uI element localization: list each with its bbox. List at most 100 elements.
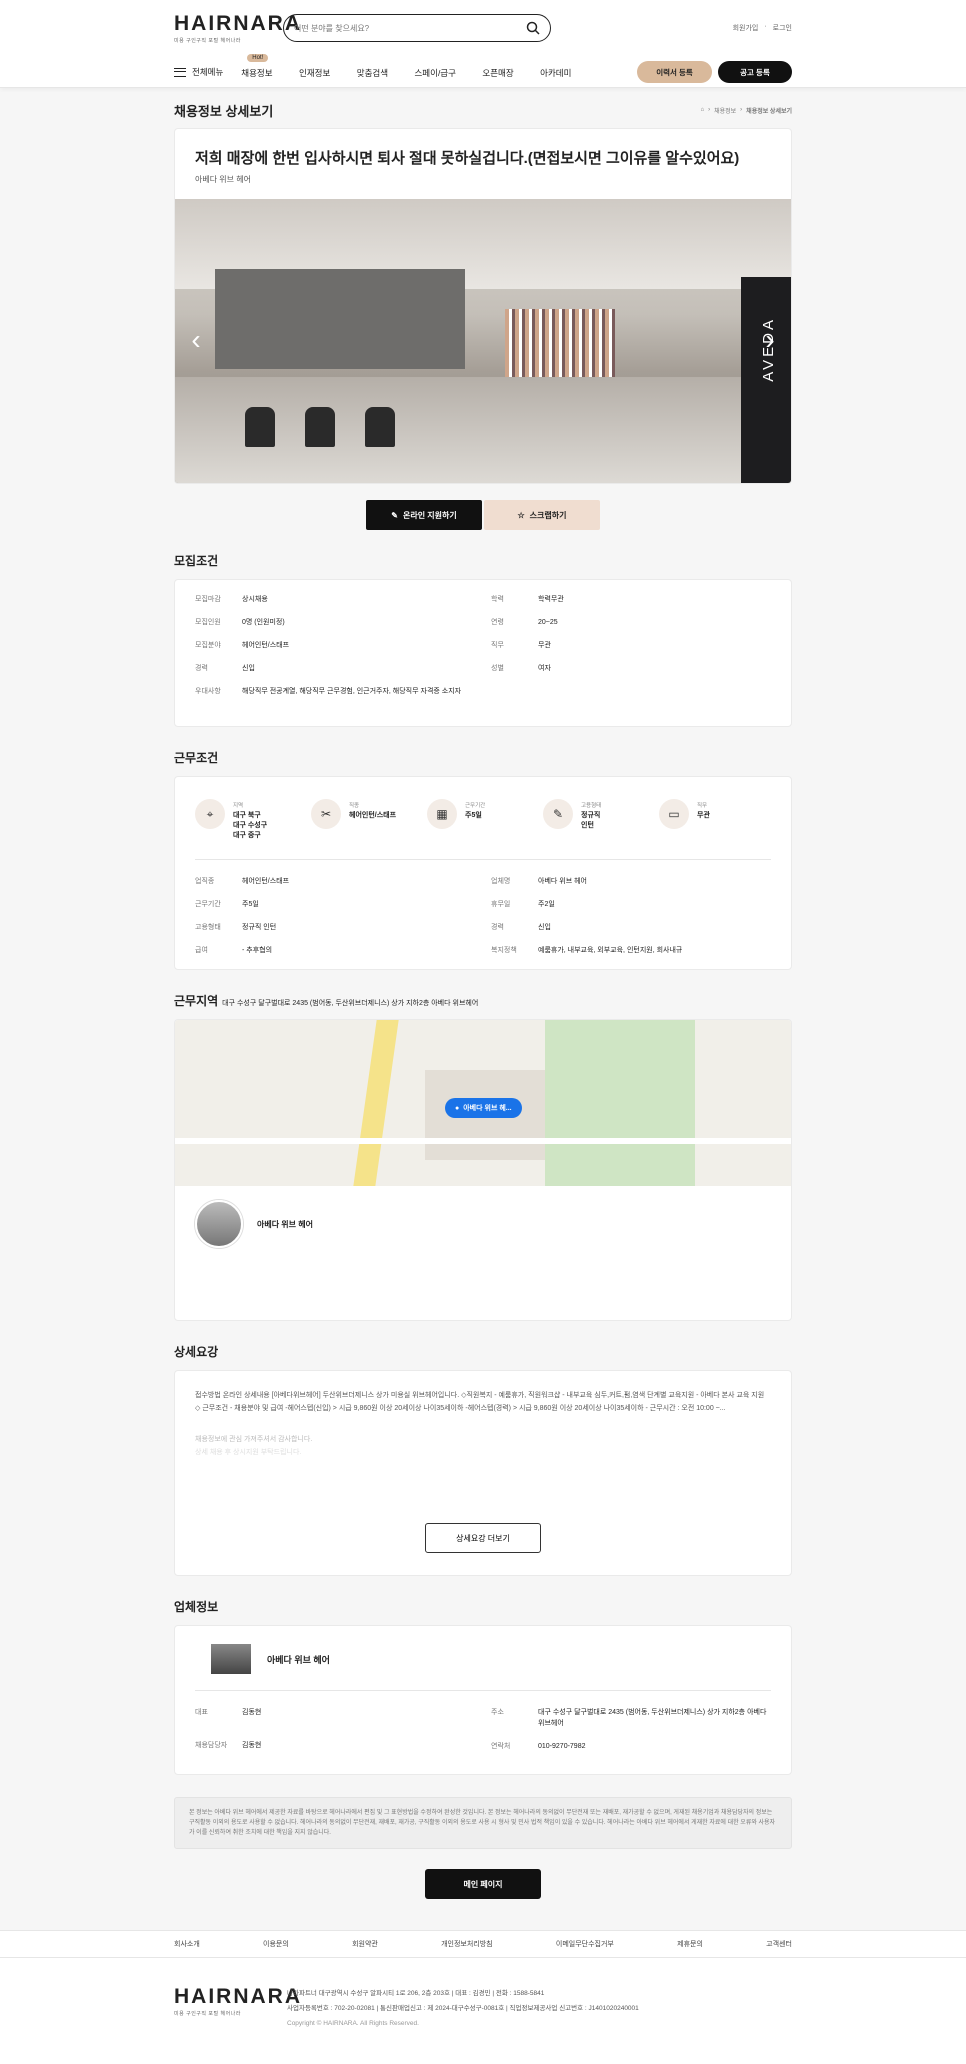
row-value: 김동현	[242, 1709, 262, 1716]
row-value: 주5일	[242, 901, 259, 908]
footer-link[interactable]: 회원약관	[352, 1939, 378, 1949]
row-value: 대구 수성구 달구벌대로 2435 (범어동, 두산위브더제니스) 상가 지하2…	[538, 1709, 767, 1727]
work-icon-item: ⌖ 지역 대구 북구 대구 수성구 대구 중구	[195, 799, 311, 841]
nav-talent[interactable]: 인재정보	[299, 68, 330, 78]
resume-register-button[interactable]: 이력서 등록	[637, 61, 712, 83]
footer-info-1: 나라파트너 대구광역시 수성구 알파시티 1로 206, 2층 203호 | 대…	[287, 1990, 545, 1997]
row-key: 고용형태	[195, 924, 221, 931]
company-logo	[211, 1644, 251, 1674]
row-key: 복지정책	[491, 947, 517, 954]
pen-icon: ✎	[391, 510, 398, 520]
work-icon-item: ▭ 직무 무관	[659, 799, 739, 841]
row-key: 연령	[491, 619, 504, 626]
recruit-section-title: 모집조건	[174, 554, 219, 568]
row-value: - 추후협의	[242, 947, 273, 954]
detail-fade-text: 채용정보에 관심 가져주셔서 감사합니다.	[195, 1436, 313, 1443]
search-input[interactable]	[294, 23, 526, 33]
logo[interactable]: HAIRNARA 미용 구인구직 포털 헤어나라	[174, 12, 300, 44]
nav-open-shop[interactable]: 오픈매장	[482, 68, 513, 78]
home-icon[interactable]: ⌂	[700, 107, 704, 113]
work-row: 고용형태 정규직 인턴	[195, 922, 475, 933]
work-icon-item: ✎ 고용형태 정규직 인턴	[543, 799, 659, 841]
row-value: 0명 (인원미정)	[242, 619, 285, 626]
company-row: 주소 대구 수성구 달구벌대로 2435 (범어동, 두산위브더제니스) 상가 지…	[491, 1707, 771, 1729]
footer-link[interactable]: 고객센터	[766, 1939, 792, 1949]
shop-name: 아베다 위브 헤어	[257, 1219, 313, 1229]
main-page-button[interactable]: 메인 페이지	[425, 1869, 541, 1899]
recruit-row: 모집마감 상시채용	[195, 594, 475, 605]
map-pin[interactable]: ● 아베다 위브 헤...	[445, 1098, 522, 1118]
footer-logo-text: HAIRNARA	[174, 1985, 302, 2008]
detail-more-button[interactable]: 상세요강 더보기	[425, 1523, 541, 1553]
scrap-label: 스크랩하기	[529, 510, 567, 520]
row-key: 직무	[491, 642, 504, 649]
nav-academy[interactable]: 아카데미	[540, 68, 571, 78]
location-card: ● 아베다 위브 헤... 아베다 위브 헤어	[174, 1019, 792, 1321]
search-icon[interactable]	[526, 21, 540, 35]
row-value: 헤어인턴/스태프	[242, 642, 290, 649]
work-row: 근무기간 주5일	[195, 899, 475, 910]
footer-link[interactable]: 이용문의	[263, 1939, 289, 1949]
map-pin-label: 아베다 위브 헤...	[463, 1105, 512, 1112]
row-key: 학력	[491, 596, 504, 603]
row-key: 연락처	[491, 1743, 511, 1750]
crumb-recruit[interactable]: 채용정보	[714, 106, 736, 115]
disclaimer-notice: 본 정보는 아베다 위브 헤어에서 제공한 자료를 바탕으로 헤어나라에서 편집…	[174, 1797, 792, 1849]
work-row: 급여 - 추후협의	[195, 945, 475, 956]
login-link[interactable]: 로그인	[773, 23, 792, 33]
post-register-button[interactable]: 공고 등록	[718, 61, 792, 83]
row-key: 급여	[195, 947, 208, 954]
row-value: 010-9270-7982	[538, 1743, 586, 1750]
star-icon: ☆	[517, 510, 525, 520]
footer-link[interactable]: 제휴문의	[677, 1939, 703, 1949]
map[interactable]: ● 아베다 위브 헤...	[175, 1020, 791, 1186]
logo-subtitle: 미용 구인구직 포털 헤어나라	[174, 37, 241, 44]
row-key: 대표	[195, 1709, 208, 1716]
signup-link[interactable]: 회원가입	[733, 23, 759, 33]
recruit-row: 연령 20~25	[491, 617, 771, 628]
nav-urgent[interactable]: 스페이/급구	[414, 68, 455, 78]
apply-label: 온라인 지원하기	[402, 510, 457, 520]
pen-icon: ✎	[543, 799, 573, 829]
footer-link[interactable]: 개인정보처리방침	[441, 1939, 493, 1949]
row-value: 정규직 인턴	[242, 924, 277, 931]
menu-icon	[174, 67, 186, 77]
footer-logo-subtitle: 미용 구인구직 포털 헤어나라	[174, 2011, 241, 2017]
job-hero-card: 저희 매장에 한번 입사하시면 퇴사 절대 못하실겁니다.(면접보시면 그이유를…	[174, 128, 792, 484]
crumb-sep: ›	[740, 107, 743, 113]
footer-info-2: 사업자등록번호 : 702-20-02081 | 통신판매업신고 : 제 202…	[287, 2005, 639, 2012]
site-header: HAIRNARA 미용 구인구직 포털 헤어나라 회원가입 · 로그인 전체메뉴	[0, 0, 966, 88]
company-row: 대표 김동현	[195, 1707, 475, 1718]
location-section-title: 근무지역	[174, 994, 219, 1008]
nav-custom-search[interactable]: 맞춤검색	[357, 68, 388, 78]
icon-value: 대구 북구 대구 수성구 대구 중구	[233, 812, 268, 839]
icon-value: 헤어인턴/스태프	[349, 812, 397, 819]
scrap-button[interactable]: ☆ 스크랩하기	[484, 500, 600, 530]
recruit-row: 성별 여자	[491, 663, 771, 674]
row-value: 무관	[538, 642, 551, 649]
icon-label: 고용형태	[581, 803, 602, 809]
footer-link[interactable]: 회사소개	[174, 1939, 200, 1949]
footer-link[interactable]: 이메일무단수집거부	[556, 1939, 614, 1949]
work-icon-item: ▦ 근무기간 주5일	[427, 799, 543, 841]
row-value: 아베다 위브 헤어	[538, 878, 587, 885]
nav-recruit[interactable]: 채용정보	[241, 68, 272, 78]
shop-photo: AVEDA ‹ ›	[175, 199, 791, 483]
row-value: 해당직무 전공계열, 해당직무 근무경험, 인근거주자, 해당직무 자격증 소지…	[242, 688, 462, 695]
row-value: 여자	[538, 665, 551, 672]
work-row: 경력 신입	[491, 922, 771, 933]
company-card: 아베다 위브 헤어 대표 김동현 채용담당자 김동현 주소 대구 수성구 달구벌대로 …	[174, 1625, 792, 1775]
row-key: 채용담당자	[195, 1742, 228, 1749]
apply-button[interactable]: ✎ 온라인 지원하기	[366, 500, 482, 530]
row-key: 업직종	[195, 878, 215, 885]
work-row: 업체명 아베다 위브 헤어	[491, 876, 771, 887]
recruit-row: 학력 학력무관	[491, 594, 771, 605]
row-value: 예룸휴가, 내부교육, 외부교육, 인턴지원, 회사내규	[538, 947, 683, 954]
next-arrow-icon[interactable]: ›	[759, 326, 781, 354]
util-links: 회원가입 · 로그인	[733, 23, 792, 33]
all-menu-button[interactable]: 전체메뉴	[174, 66, 223, 78]
company-name: 아베다 위브 헤어	[195, 175, 251, 184]
company-name: 아베다 위브 헤어	[267, 1654, 330, 1665]
prev-arrow-icon[interactable]: ‹	[185, 326, 207, 354]
search-box	[283, 14, 551, 42]
